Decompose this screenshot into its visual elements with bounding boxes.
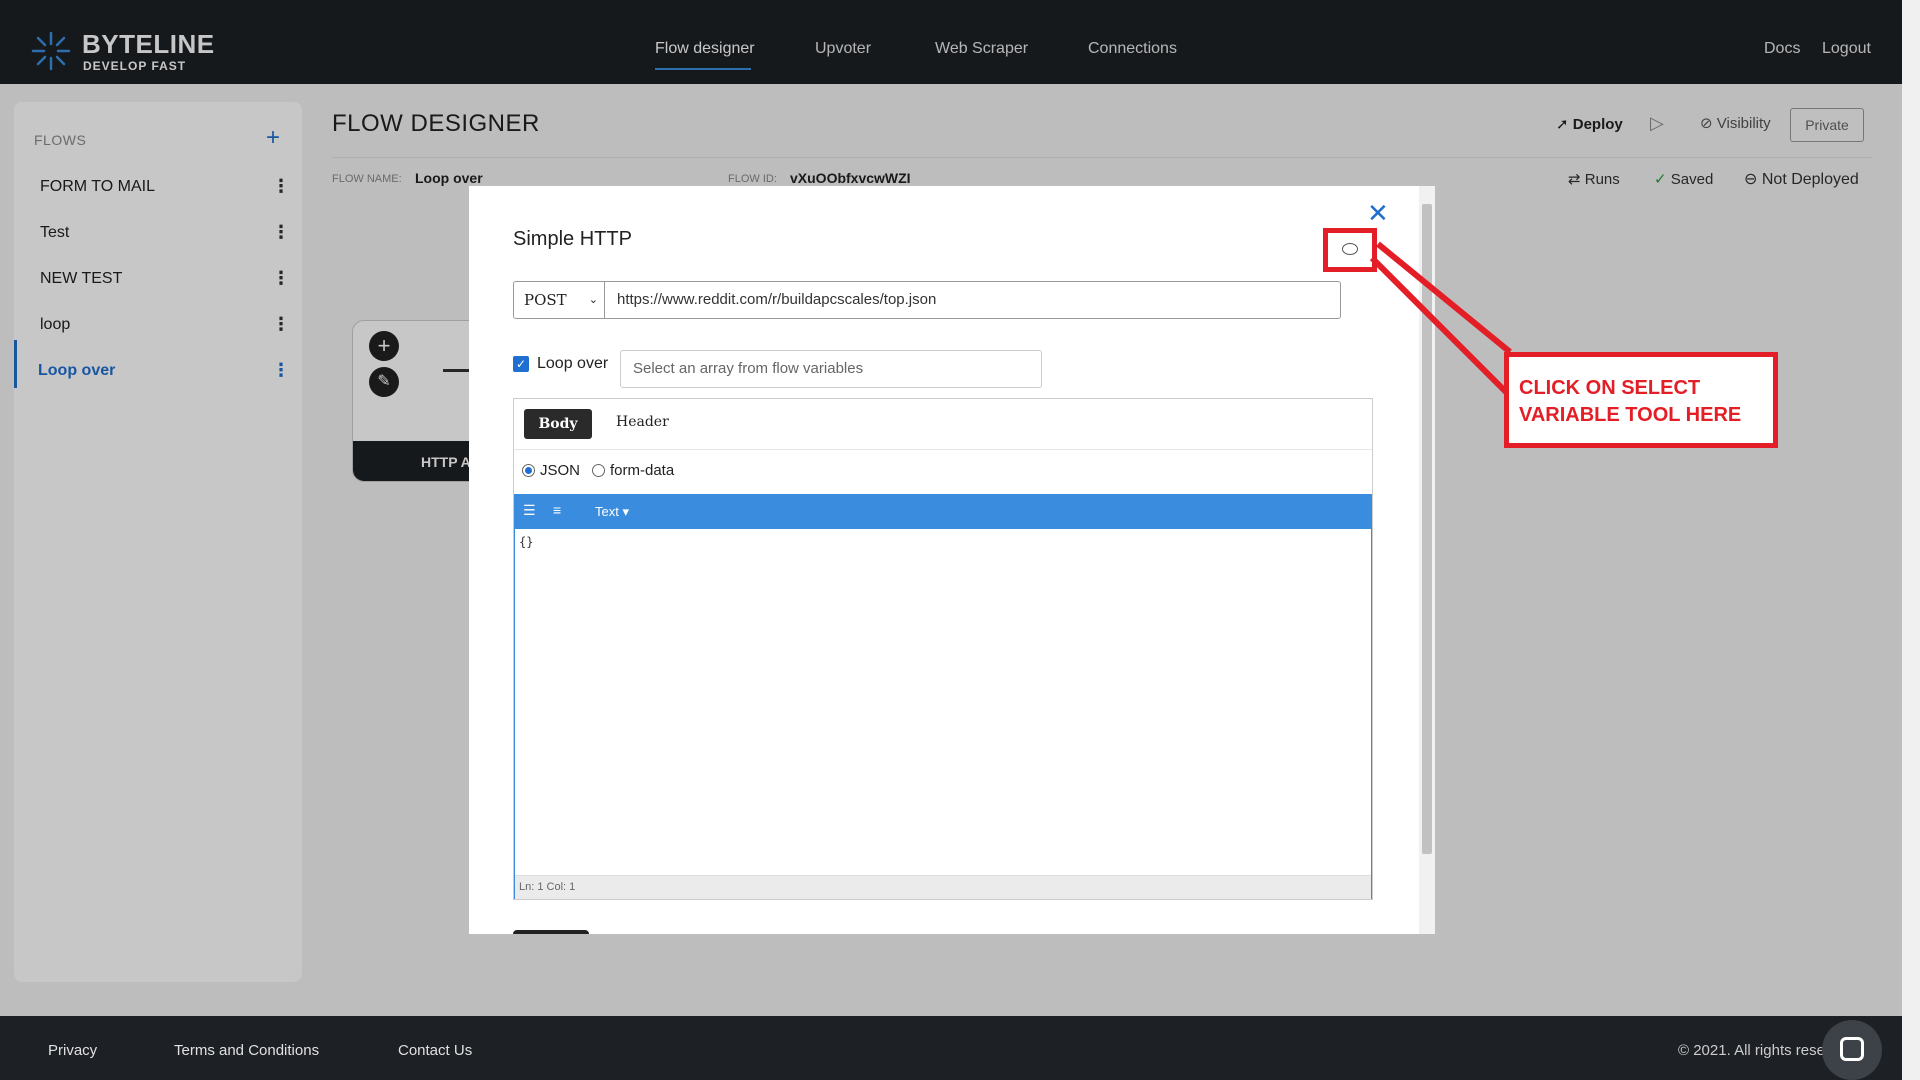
annotation-callout: CLICK ON SELECT VARIABLE TOOL HERE bbox=[1504, 352, 1778, 448]
annotation-arrow bbox=[1369, 241, 1512, 397]
annotation-line-1: CLICK ON SELECT bbox=[1519, 377, 1701, 399]
annotation-line-2: VARIABLE TOOL HERE bbox=[1519, 404, 1742, 426]
